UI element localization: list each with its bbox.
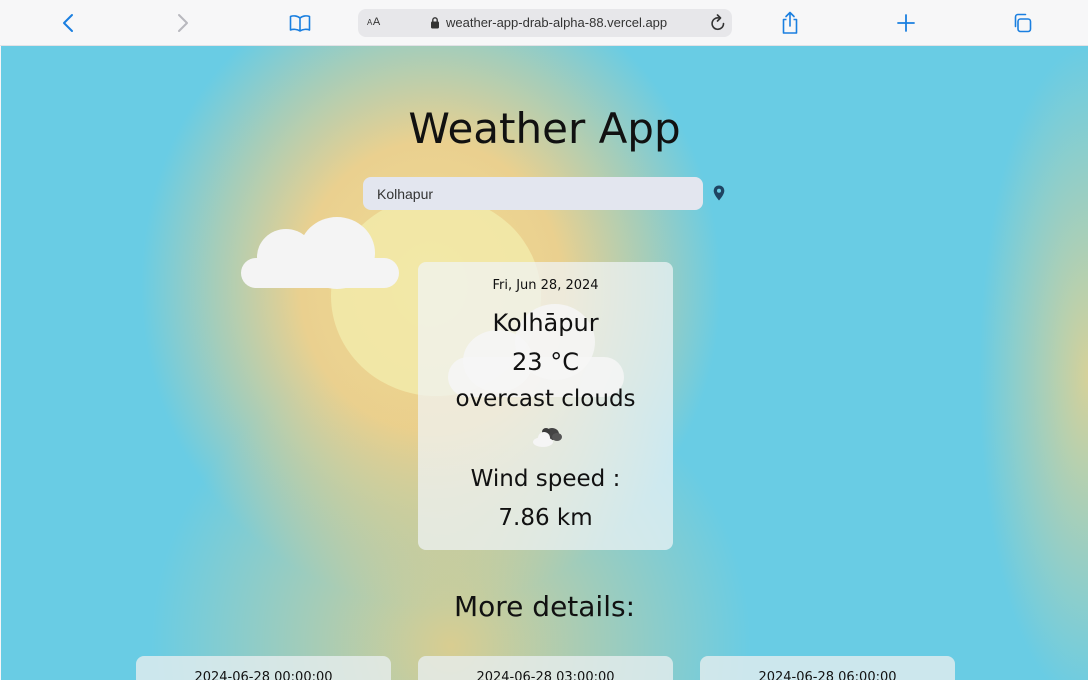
overcast-clouds-icon — [531, 426, 563, 453]
back-icon[interactable] — [56, 11, 80, 35]
location-pin-icon[interactable] — [713, 185, 725, 206]
temperature: 23 °C — [512, 348, 579, 376]
browser-toolbar: AA weather-app-drab-alpha-88.vercel.app — [0, 0, 1088, 46]
page-title: Weather App — [408, 104, 681, 153]
current-date: Fri, Jun 28, 2024 — [492, 278, 599, 293]
address-bar[interactable]: AA weather-app-drab-alpha-88.vercel.app — [358, 9, 732, 37]
text-size-button[interactable]: AA — [367, 16, 381, 28]
forecast-datetime: 2024-06-28 06:00:00 — [758, 670, 897, 680]
weather-description: overcast clouds — [455, 386, 636, 412]
new-tab-icon[interactable] — [894, 11, 918, 35]
wind-speed-value: 7.86 km — [498, 505, 593, 531]
wind-speed-label: Wind speed : — [470, 466, 621, 492]
lock-icon — [430, 16, 440, 34]
url-text: weather-app-drab-alpha-88.vercel.app — [446, 15, 668, 30]
forecast-datetime: 2024-06-28 03:00:00 — [476, 670, 615, 680]
more-details-heading: More details: — [453, 590, 636, 623]
forecast-datetime: 2024-06-28 00:00:00 — [194, 670, 333, 680]
forecast-card: 2024-06-28 00:00:00 — [136, 656, 391, 680]
forecast-card: 2024-06-28 06:00:00 — [700, 656, 955, 680]
weather-page: Weather App Kolhapur Fri, Jun 28, 2024 K… — [1, 46, 1088, 680]
reload-icon[interactable] — [710, 14, 726, 37]
tabs-icon[interactable] — [1010, 11, 1034, 35]
city-search-input[interactable]: Kolhapur — [363, 177, 703, 210]
forecast-card: 2024-06-28 03:00:00 — [418, 656, 673, 680]
city-name: Kolhāpur — [492, 309, 599, 337]
share-icon[interactable] — [778, 11, 802, 35]
bookmarks-icon[interactable] — [288, 11, 312, 35]
forward-icon[interactable] — [171, 11, 195, 35]
